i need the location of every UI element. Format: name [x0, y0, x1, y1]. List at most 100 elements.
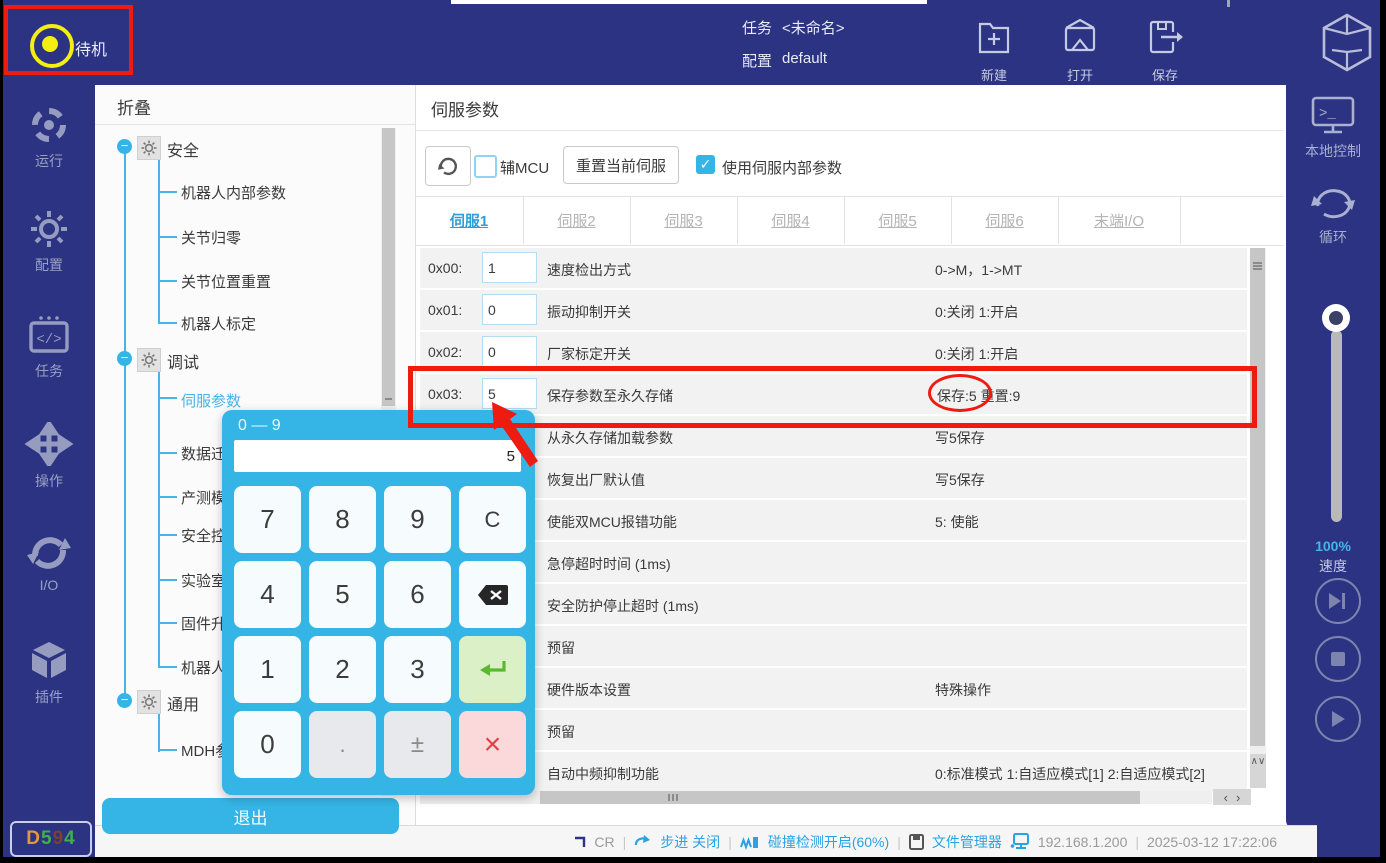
key-clear[interactable]: C [459, 486, 526, 553]
local-control-label: 本地控制 [1286, 141, 1380, 161]
play-button[interactable] [1315, 696, 1361, 742]
tab-servo6[interactable]: 伺服6 [951, 197, 1059, 244]
key-3[interactable]: 3 [384, 636, 451, 703]
key-enter[interactable] [459, 636, 526, 703]
row-desc: 硬件版本设置 [547, 680, 631, 700]
cr-indicator: CR [594, 834, 614, 850]
tree-collapse-toggle[interactable]: − [117, 139, 132, 154]
param-input-0x02[interactable] [482, 336, 537, 367]
tree-item-servo-params[interactable]: 伺服参数 [181, 390, 241, 411]
sidebar-item-task[interactable]: </> 任务 [3, 314, 95, 381]
tab-servo2[interactable]: 伺服2 [523, 197, 631, 244]
key-9[interactable]: 9 [384, 486, 451, 553]
table-row[interactable] [420, 584, 1247, 624]
keypad-input[interactable] [234, 440, 521, 472]
table-row[interactable] [420, 668, 1247, 708]
param-input-0x03[interactable] [482, 378, 537, 409]
open-button[interactable]: 打开 [1054, 16, 1106, 84]
key-5[interactable]: 5 [309, 561, 376, 628]
param-input-0x00[interactable] [482, 252, 537, 283]
sidebar-item-run[interactable]: 运行 [3, 104, 95, 171]
row-desc: 使能双MCU报错功能 [547, 512, 677, 532]
key-0[interactable]: 0 [234, 711, 301, 778]
table-row[interactable] [420, 542, 1247, 582]
refresh-button[interactable] [425, 146, 471, 186]
keypad-title: 0 — 9 [238, 417, 281, 435]
table-row[interactable] [420, 458, 1247, 498]
tree-item-joint-zero[interactable]: 关节归零 [181, 227, 241, 248]
sidebar-item-io[interactable]: I/O [3, 530, 95, 593]
sidebar-item-plugin[interactable]: 插件 [3, 638, 95, 707]
row-addr: 0x03: [428, 386, 462, 402]
tree-collapse-toggle[interactable]: − [117, 693, 132, 708]
tab-servo3[interactable]: 伺服3 [630, 197, 738, 244]
tree-group-debug[interactable]: 调试 [167, 349, 199, 373]
new-folder-icon [968, 16, 1020, 60]
loop-mode-button[interactable]: 循环 [1286, 182, 1380, 247]
scroll-up-icon[interactable]: ∧ [1251, 756, 1258, 767]
key-plus-minus[interactable]: ± [384, 711, 451, 778]
task-label: 任务 [742, 17, 772, 38]
tree-tick [159, 280, 177, 282]
h-scroll-arrows[interactable]: ‹› [1213, 789, 1251, 805]
new-task-button[interactable]: 新建 [968, 16, 1020, 84]
scroll-right-icon[interactable]: › [1236, 790, 1240, 805]
scroll-left-icon[interactable]: ‹ [1224, 790, 1228, 805]
tab-servo1[interactable]: 伺服1 [415, 197, 524, 244]
tree-collapse-toggle[interactable]: − [117, 351, 132, 366]
speed-label: 速度 [1286, 556, 1380, 576]
scroll-down-icon[interactable]: ∨ [1258, 756, 1265, 767]
step-mode-icon [634, 834, 652, 850]
v-scroll-arrows[interactable]: ∧∨ [1250, 754, 1266, 788]
tree-tick [159, 322, 177, 324]
key-6[interactable]: 6 [384, 561, 451, 628]
tree-item-joint-position-reset[interactable]: 关节位置重置 [181, 271, 271, 292]
save-button[interactable]: 保存 [1139, 16, 1191, 84]
table-row[interactable] [420, 500, 1247, 540]
exit-button[interactable]: 退出 [102, 798, 399, 834]
tab-servo5[interactable]: 伺服5 [844, 197, 952, 244]
table-row[interactable] [420, 374, 1247, 414]
speed-slider-track[interactable] [1331, 330, 1342, 522]
table-row[interactable] [420, 248, 1247, 288]
table-row[interactable] [420, 626, 1247, 666]
tree-group-safety[interactable]: 安全 [167, 137, 199, 161]
table-row[interactable] [420, 290, 1247, 330]
table-row[interactable] [420, 416, 1247, 456]
open-label: 打开 [1054, 65, 1106, 84]
key-close[interactable]: × [459, 711, 526, 778]
sidebar-item-operate[interactable]: 操作 [3, 422, 95, 491]
stop-button[interactable] [1315, 636, 1361, 682]
step-mode-status[interactable]: 步进 关闭 [660, 832, 720, 852]
reset-servo-button[interactable]: 重置当前伺服 [563, 146, 679, 184]
key-decimal[interactable]: . [309, 711, 376, 778]
key-4[interactable]: 4 [234, 561, 301, 628]
table-row[interactable] [420, 332, 1247, 372]
use-internal-params-checkbox[interactable]: ✓ [696, 155, 715, 174]
collision-detect-status[interactable]: 碰撞检测开启(60%) [768, 832, 889, 852]
tree-group-gear-icon [137, 690, 161, 714]
key-backspace[interactable] [459, 561, 526, 628]
tree-scrollbar-thumb[interactable] [382, 128, 395, 406]
tree-item-robot-calibration[interactable]: 机器人标定 [181, 313, 256, 334]
key-1[interactable]: 1 [234, 636, 301, 703]
tree-item-lab[interactable]: 实验室 [181, 570, 226, 591]
key-2[interactable]: 2 [309, 636, 376, 703]
file-manager-link[interactable]: 文件管理器 [932, 832, 1002, 852]
step-forward-button[interactable] [1315, 578, 1361, 624]
tree-group-general[interactable]: 通用 [167, 691, 199, 715]
key-7[interactable]: 7 [234, 486, 301, 553]
key-8[interactable]: 8 [309, 486, 376, 553]
h-scrollbar-thumb[interactable] [540, 791, 1140, 804]
sidebar-item-config[interactable]: 配置 [3, 208, 95, 275]
tab-servo4[interactable]: 伺服4 [737, 197, 845, 244]
table-row[interactable] [420, 710, 1247, 750]
param-input-0x01[interactable] [482, 294, 537, 325]
tree-item-robot-internal-params[interactable]: 机器人内部参数 [181, 182, 286, 203]
tab-end-io[interactable]: 末端I/O [1058, 197, 1181, 244]
local-control-button[interactable]: >_ 本地控制 [1286, 96, 1380, 161]
v-scrollbar-thumb[interactable] [1250, 248, 1265, 746]
row-desc: 速度检出方式 [547, 260, 631, 280]
row-range: 0:关闭 1:开启 [935, 344, 1018, 364]
aux-mcu-checkbox[interactable] [474, 155, 497, 178]
